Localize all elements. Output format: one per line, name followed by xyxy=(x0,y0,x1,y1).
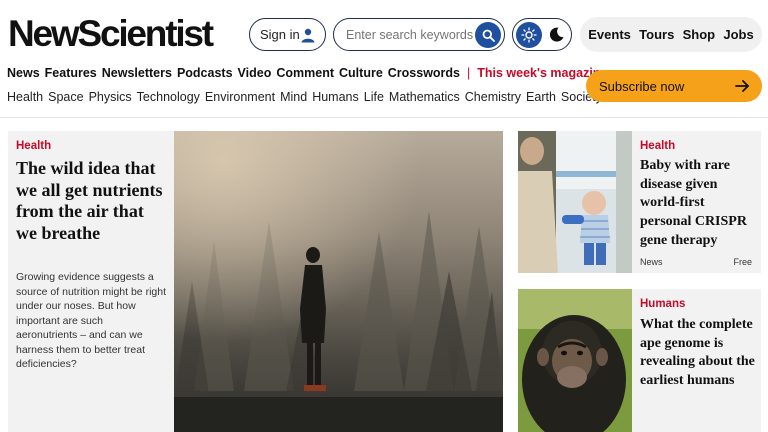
nav-video[interactable]: Video xyxy=(238,66,272,80)
light-mode-button[interactable] xyxy=(516,22,542,48)
subscribe-button[interactable]: Subscribe now xyxy=(586,70,762,102)
topic-nav: Health Space Physics Technology Environm… xyxy=(7,90,607,104)
utility-links: Events Tours Shop Jobs xyxy=(580,17,762,52)
nav-newsletters[interactable]: Newsletters xyxy=(102,66,172,80)
shop-link[interactable]: Shop xyxy=(683,27,716,42)
story-card-image[interactable] xyxy=(518,289,632,432)
search-button[interactable] xyxy=(475,22,501,48)
events-link[interactable]: Events xyxy=(588,27,631,42)
lead-headline[interactable]: The wild idea that we all get nutrients … xyxy=(16,158,166,244)
sun-icon xyxy=(521,27,537,43)
chimpanzee-photo xyxy=(518,289,632,432)
topic-technology[interactable]: Technology xyxy=(137,90,200,104)
story-card-category[interactable]: Health xyxy=(640,140,675,152)
user-icon xyxy=(301,28,315,43)
arrow-right-icon xyxy=(735,80,749,92)
nav-comment[interactable]: Comment xyxy=(276,66,334,80)
story-card-image[interactable] xyxy=(518,131,632,273)
nav-podcasts[interactable]: Podcasts xyxy=(177,66,233,80)
topic-health[interactable]: Health xyxy=(7,90,43,104)
subscribe-label: Subscribe now xyxy=(599,78,685,94)
story-type-label: News xyxy=(640,257,663,267)
misty-forest-photo xyxy=(174,131,503,432)
sign-in-button[interactable]: Sign in xyxy=(249,18,326,51)
nav-news[interactable]: News xyxy=(7,66,40,80)
tours-link[interactable]: Tours xyxy=(639,27,674,42)
header-divider xyxy=(0,117,768,118)
primary-nav: News Features Newsletters Podcasts Video… xyxy=(7,66,612,80)
search-icon xyxy=(482,29,495,42)
search-input[interactable] xyxy=(346,27,474,42)
topic-earth[interactable]: Earth xyxy=(526,90,556,104)
topic-space[interactable]: Space xyxy=(48,90,83,104)
nav-divider: | xyxy=(467,66,471,80)
story-card-headline[interactable]: What the complete ape genome is revealin… xyxy=(640,316,758,391)
sign-in-label: Sign in xyxy=(260,27,300,42)
nav-features[interactable]: Features xyxy=(45,66,97,80)
story-card[interactable]: Humans What the complete ape genome is r… xyxy=(518,289,761,432)
topic-mathematics[interactable]: Mathematics xyxy=(389,90,460,104)
topic-environment[interactable]: Environment xyxy=(205,90,275,104)
lead-image[interactable] xyxy=(174,131,503,432)
jobs-link[interactable]: Jobs xyxy=(723,27,753,42)
theme-toggle[interactable] xyxy=(512,18,572,51)
story-card[interactable]: Health Baby with rare disease given worl… xyxy=(518,131,761,273)
search-box[interactable] xyxy=(333,18,505,51)
story-card-category[interactable]: Humans xyxy=(640,298,685,310)
lead-story[interactable]: Health The wild idea that we all get nut… xyxy=(8,131,503,432)
baby-clinic-photo xyxy=(518,131,632,273)
lead-standfirst: Growing evidence suggests a source of nu… xyxy=(16,271,166,370)
topic-chemistry[interactable]: Chemistry xyxy=(465,90,521,104)
topic-physics[interactable]: Physics xyxy=(89,90,132,104)
nav-crosswords[interactable]: Crosswords xyxy=(388,66,460,80)
access-label: Free xyxy=(733,257,752,267)
moon-icon[interactable] xyxy=(548,26,565,43)
site-logo[interactable]: NewScientist xyxy=(8,14,214,54)
topic-humans[interactable]: Humans xyxy=(312,90,359,104)
topic-mind[interactable]: Mind xyxy=(280,90,307,104)
topic-life[interactable]: Life xyxy=(364,90,384,104)
story-card-headline[interactable]: Baby with rare disease given world-first… xyxy=(640,157,758,251)
lead-category[interactable]: Health xyxy=(16,140,51,152)
nav-culture[interactable]: Culture xyxy=(339,66,383,80)
